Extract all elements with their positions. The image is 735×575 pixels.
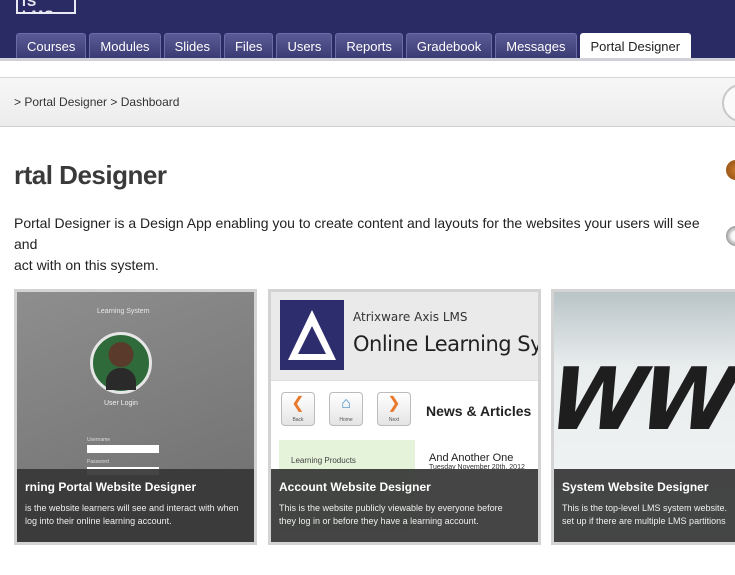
preview-password-label: Password — [87, 459, 109, 465]
app-window: IS LMS Courses Modules Slides Files User… — [0, 0, 735, 575]
app-logo[interactable]: IS LMS — [16, 0, 76, 14]
card-description-line: set up if there are multiple LMS partiti… — [562, 516, 726, 526]
tab-gradebook[interactable]: Gradebook — [405, 33, 493, 58]
preview-login-label: User Login — [104, 400, 138, 407]
card-caption: System Website Designer This is the top-… — [554, 469, 735, 542]
designer-icon[interactable] — [726, 160, 735, 180]
next-arrow-icon: ❯ — [387, 395, 401, 412]
preview-sidebar-label: Learning Products — [291, 456, 356, 465]
preview-article-title: And Another One — [429, 452, 514, 464]
card-description-line: is the website learners will see and int… — [25, 503, 239, 513]
preview-username-label: Username — [87, 437, 111, 443]
card-description-line: This is the website publicly viewable by… — [279, 503, 503, 513]
card-title[interactable]: Account Website Designer — [279, 480, 431, 494]
back-button: ❮ Back — [281, 392, 315, 426]
learning-portal-designer-card[interactable]: Learning System User Login Username Pass… — [14, 289, 257, 545]
intro-line: Portal Designer is a Design App enabling… — [14, 215, 700, 252]
card-description: This is the top-level LMS system website… — [562, 502, 735, 528]
tab-reports[interactable]: Reports — [335, 33, 403, 58]
tab-modules[interactable]: Modules — [89, 33, 161, 58]
help-button[interactable] — [722, 84, 735, 122]
tab-slides[interactable]: Slides — [163, 33, 221, 58]
preview-header: Learning System — [97, 308, 150, 315]
next-button: ❯ Next — [377, 392, 411, 426]
card-caption: rning Portal Website Designer is the web… — [17, 469, 254, 542]
tab-courses[interactable]: Courses — [16, 33, 87, 58]
axis-logo-icon — [280, 300, 344, 370]
back-arrow-icon: ❮ — [291, 395, 305, 412]
system-website-designer-card[interactable]: WWW System Website Designer This is the … — [551, 289, 735, 545]
breadcrumb[interactable]: > Portal Designer > Dashboard — [14, 95, 179, 109]
home-label: Home — [339, 417, 353, 423]
tab-bar: Courses Modules Slides Files Users Repor… — [16, 33, 692, 58]
top-nav: IS LMS Courses Modules Slides Files User… — [0, 0, 735, 61]
back-label: Back — [292, 417, 304, 423]
preview-header: Atrixware Axis LMS Online Learning Syste… — [271, 292, 538, 380]
page-intro: Portal Designer is a Design App enabling… — [14, 213, 714, 276]
intro-line: act with on this system. — [14, 257, 159, 273]
settings-icon[interactable] — [726, 226, 735, 246]
preview-news-heading: News & Articles — [426, 403, 532, 419]
tab-portal-designer[interactable]: Portal Designer — [579, 33, 692, 58]
card-description-line: log into their online learning account. — [25, 516, 172, 526]
preview-site-title: Online Learning System — [353, 332, 541, 356]
tab-messages[interactable]: Messages — [495, 33, 577, 58]
home-icon: ⌂ — [341, 395, 351, 412]
avatar — [90, 332, 152, 394]
tab-users[interactable]: Users — [276, 33, 333, 58]
account-website-designer-card[interactable]: Atrixware Axis LMS Online Learning Syste… — [268, 289, 541, 545]
next-label: Next — [388, 417, 400, 423]
card-description-line: they log in or before they have a learni… — [279, 516, 479, 526]
card-description-line: This is the top-level LMS system website… — [562, 503, 728, 513]
preview-username-field — [87, 445, 159, 453]
card-caption: Account Website Designer This is the web… — [271, 469, 538, 542]
breadcrumb-bar: > Portal Designer > Dashboard — [0, 77, 735, 127]
www-graphic: WWW — [551, 350, 735, 450]
tab-files[interactable]: Files — [223, 33, 274, 58]
home-button: ⌂ Home — [329, 392, 363, 426]
preview-nav: ❮ Back ⌂ Home ❯ Next News & Articles — [271, 380, 538, 441]
card-description: This is the website publicly viewable by… — [279, 502, 538, 528]
card-title[interactable]: System Website Designer — [562, 480, 709, 494]
page-title: rtal Designer — [14, 160, 167, 190]
card-description: is the website learners will see and int… — [25, 502, 254, 528]
preview-brand: Atrixware Axis LMS — [353, 310, 468, 324]
card-title[interactable]: rning Portal Website Designer — [25, 480, 196, 494]
